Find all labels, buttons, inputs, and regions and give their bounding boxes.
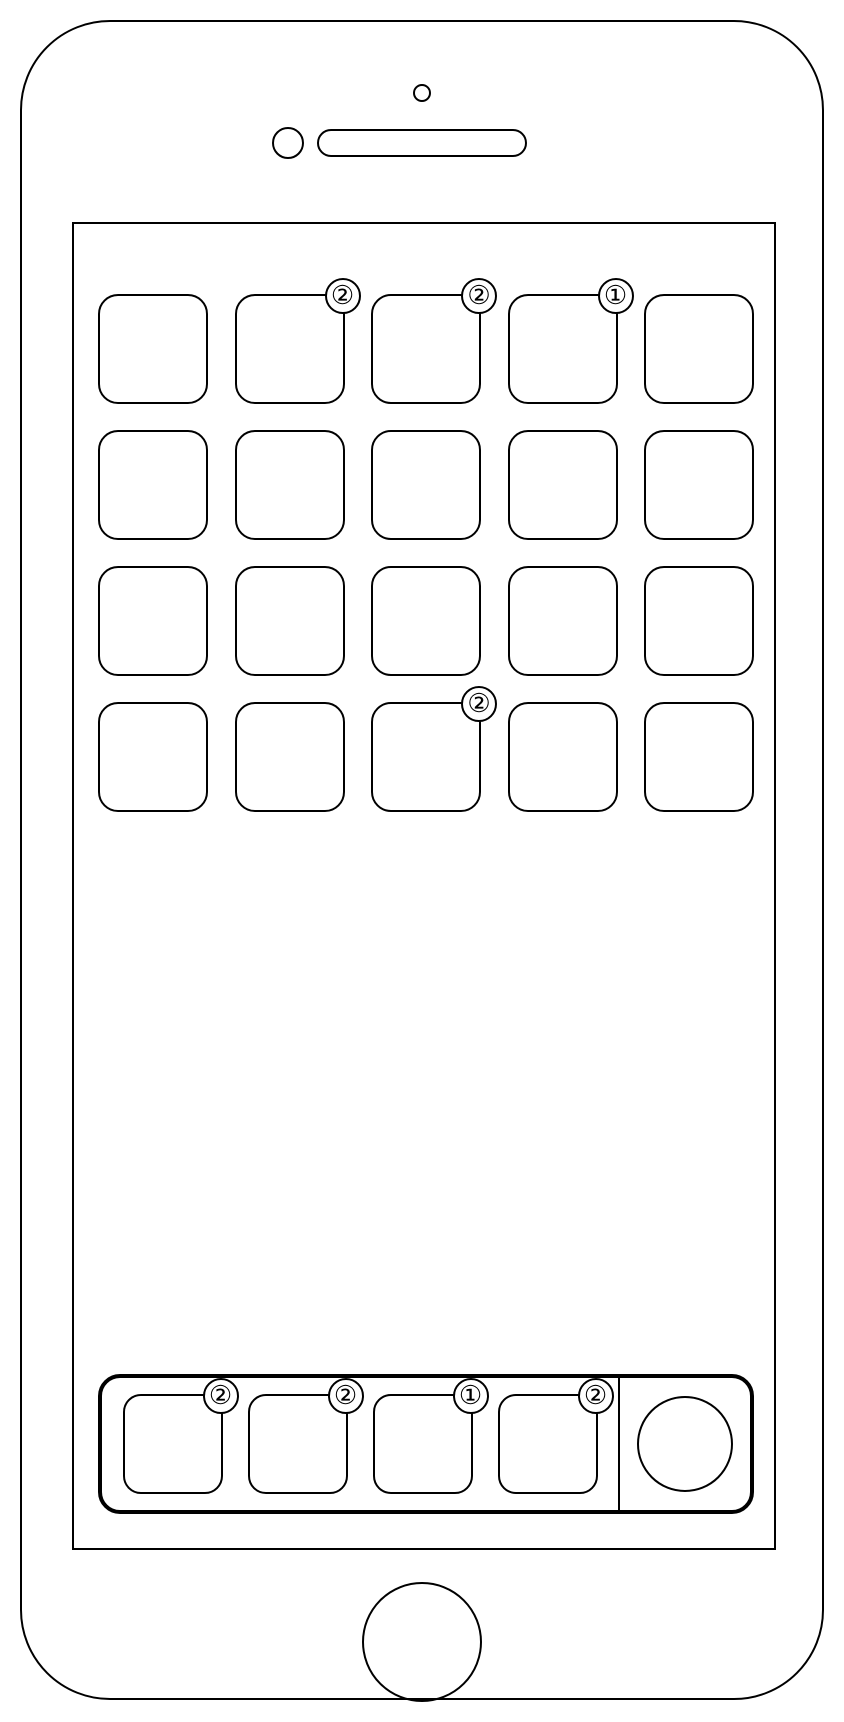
dock-control-wrap — [620, 1378, 750, 1510]
icon-row — [98, 566, 754, 676]
notification-badge: ② — [203, 1378, 239, 1414]
app-icon[interactable] — [508, 430, 618, 540]
notification-badge: ② — [325, 278, 361, 314]
icon-row: ② ② ① — [98, 294, 754, 404]
app-icon[interactable]: ② — [371, 702, 481, 812]
app-icon[interactable] — [644, 294, 754, 404]
icon-row: ② — [98, 702, 754, 812]
dock-app-icon[interactable]: ② — [498, 1394, 598, 1494]
app-icon[interactable] — [98, 566, 208, 676]
icon-row — [98, 430, 754, 540]
app-icon-grid: ② ② ① — [98, 294, 754, 838]
app-icon[interactable] — [644, 430, 754, 540]
app-icon[interactable] — [644, 702, 754, 812]
speaker-grille — [317, 129, 527, 157]
home-button[interactable] — [362, 1582, 482, 1702]
notification-badge: ① — [453, 1378, 489, 1414]
app-icon[interactable] — [98, 294, 208, 404]
app-icon[interactable] — [371, 430, 481, 540]
sensor-dot — [413, 84, 431, 102]
app-icon[interactable] — [371, 566, 481, 676]
app-icon[interactable]: ① — [508, 294, 618, 404]
dock-app-icon[interactable]: ② — [123, 1394, 223, 1494]
notification-badge: ② — [578, 1378, 614, 1414]
app-icon[interactable] — [235, 702, 345, 812]
phone-body: ② ② ① — [20, 20, 824, 1700]
notification-badge: ② — [328, 1378, 364, 1414]
front-camera-icon — [272, 127, 304, 159]
notification-badge: ② — [461, 278, 497, 314]
notification-badge: ② — [461, 686, 497, 722]
dock-icons: ② ② ① ② — [102, 1394, 618, 1494]
dock-app-icon[interactable]: ① — [373, 1394, 473, 1494]
app-icon[interactable]: ② — [371, 294, 481, 404]
app-icon[interactable] — [235, 566, 345, 676]
screen: ② ② ① — [72, 222, 776, 1550]
dock: ② ② ① ② — [98, 1374, 754, 1514]
app-icon[interactable]: ② — [235, 294, 345, 404]
app-icon[interactable] — [508, 702, 618, 812]
app-icon[interactable] — [235, 430, 345, 540]
dock-app-icon[interactable]: ② — [248, 1394, 348, 1494]
app-icon[interactable] — [98, 702, 208, 812]
dock-control-button[interactable] — [637, 1396, 733, 1492]
notification-badge: ① — [598, 278, 634, 314]
app-icon[interactable] — [98, 430, 208, 540]
app-icon[interactable] — [508, 566, 618, 676]
app-icon[interactable] — [644, 566, 754, 676]
